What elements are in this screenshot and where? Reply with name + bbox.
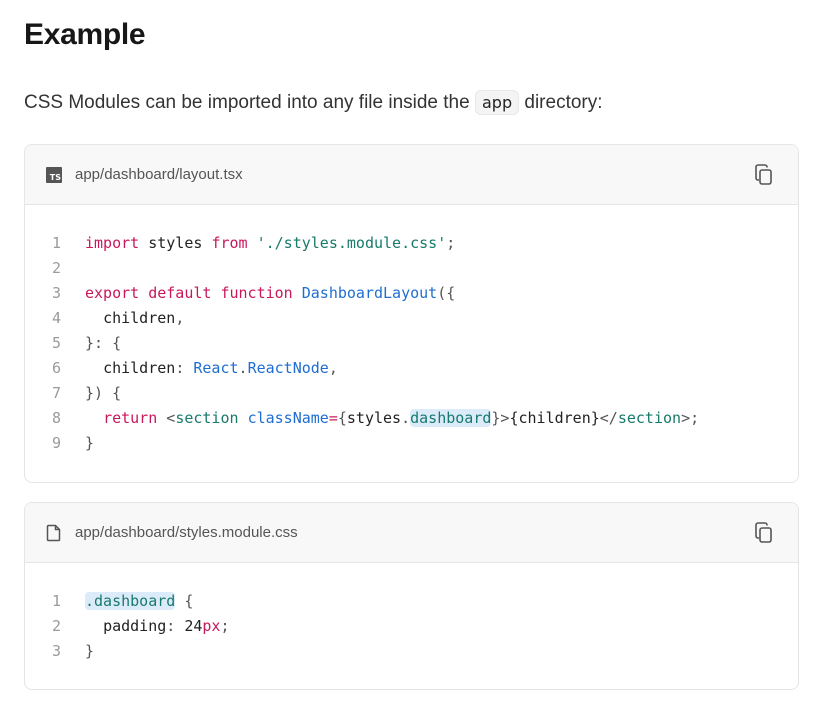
intro-text-before: CSS Modules can be imported into any fil… <box>24 92 475 113</box>
code-line: 2 <box>25 256 798 281</box>
copy-button[interactable] <box>752 163 776 187</box>
code-line: 8 return <section className={styles.dash… <box>25 406 798 431</box>
code-line: 4 children, <box>25 306 798 331</box>
line-number: 5 <box>51 334 61 352</box>
line-number: 4 <box>51 309 61 327</box>
code-block-filename: app/dashboard/styles.module.css <box>75 524 298 541</box>
highlighted-token: .dashboard <box>85 592 176 610</box>
code-block-header: TS app/dashboard/layout.tsx <box>25 145 798 205</box>
line-number: 9 <box>51 434 61 452</box>
code-line: 6 children: React.ReactNode, <box>25 356 798 381</box>
code-line: 2 padding: 24px; <box>25 614 798 639</box>
code-line: 1 import styles from './styles.module.css… <box>25 231 798 256</box>
code-block-filename: app/dashboard/layout.tsx <box>75 166 243 183</box>
line-number: 3 <box>51 642 61 660</box>
code-line: 3} <box>25 639 798 664</box>
code-block-styles: app/dashboard/styles.module.css 1 .dashbo… <box>24 502 799 690</box>
section-heading: Example <box>24 18 146 51</box>
highlighted-token: dashboard <box>410 409 492 427</box>
copy-button[interactable] <box>752 521 776 545</box>
inline-code-app: app <box>474 90 520 115</box>
copy-icon <box>755 164 772 185</box>
code-content: 1 .dashboard { 2 padding: 24px; 3} <box>25 563 798 664</box>
line-number: 7 <box>51 384 61 402</box>
code-block-header: app/dashboard/styles.module.css <box>25 503 798 563</box>
intro-text-after: directory: <box>519 92 603 113</box>
typescript-file-icon: TS <box>45 166 63 184</box>
code-line: 3 export default function DashboardLayout… <box>25 281 798 306</box>
code-content: 1 import styles from './styles.module.css… <box>25 205 798 456</box>
code-block-layout: TS app/dashboard/layout.tsx 1 import styl… <box>24 144 799 483</box>
docs-page: Example CSS Modules can be imported into… <box>0 0 818 708</box>
line-number: 8 <box>51 409 61 427</box>
line-number: 1 <box>51 234 61 252</box>
line-number: 1 <box>51 592 61 610</box>
line-number: 2 <box>51 617 61 635</box>
intro-paragraph: CSS Modules can be imported into any fil… <box>24 86 603 120</box>
code-line: 1 .dashboard { <box>25 589 798 614</box>
code-line: 9} <box>25 431 798 456</box>
line-number: 3 <box>51 284 61 302</box>
code-line: 5}: { <box>25 331 798 356</box>
line-number: 6 <box>51 359 61 377</box>
copy-icon <box>755 522 772 543</box>
file-icon <box>45 524 63 542</box>
line-number: 2 <box>51 259 61 277</box>
code-line: 7}) { <box>25 381 798 406</box>
